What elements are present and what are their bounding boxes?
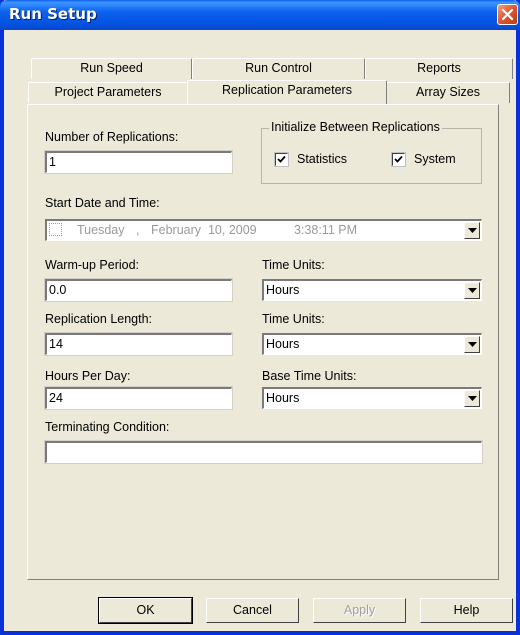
date-separator: , — [136, 223, 140, 237]
terminating-condition-label: Terminating Condition: — [45, 420, 170, 434]
chevron-down-icon — [468, 396, 477, 401]
statistics-label: Statistics — [297, 152, 348, 166]
help-button[interactable]: Help — [420, 598, 513, 623]
date-dropdown-button[interactable] — [464, 222, 480, 239]
tab-run-speed[interactable]: Run Speed — [31, 58, 192, 79]
hours-per-day-input[interactable]: 24 — [44, 386, 233, 410]
rep-length-label: Replication Length: — [45, 312, 153, 326]
window-title: Run Setup — [9, 5, 97, 23]
rep-length-input[interactable]: 14 — [44, 332, 233, 356]
warmup-units-label: Time Units: — [262, 258, 325, 272]
terminating-condition-input[interactable] — [44, 440, 483, 464]
select-value: Hours — [266, 283, 300, 297]
checkmark-icon — [394, 155, 403, 163]
close-icon — [501, 8, 514, 21]
tab-replication-parameters[interactable]: Replication Parameters — [187, 80, 387, 104]
num-replications-label: Number of Replications: — [45, 130, 179, 144]
select-value: Hours — [266, 391, 300, 405]
dropdown-button[interactable] — [464, 336, 480, 353]
tab-label: Replication Parameters — [222, 83, 352, 97]
tab-reports[interactable]: Reports — [365, 58, 513, 79]
close-button[interactable] — [497, 4, 518, 25]
chevron-down-icon — [468, 342, 477, 347]
date-value: February 10, 2009 — [151, 223, 257, 237]
warmup-units-select[interactable]: Hours — [262, 279, 482, 301]
num-replications-input[interactable]: 1 — [44, 150, 233, 174]
dropdown-button[interactable] — [464, 390, 480, 407]
rep-length-units-select[interactable]: Hours — [262, 333, 482, 355]
chevron-down-icon — [468, 228, 477, 233]
statistics-checkbox[interactable] — [274, 152, 289, 167]
system-label: System — [414, 152, 456, 166]
tab-array-sizes[interactable]: Array Sizes — [386, 82, 510, 103]
select-value: Hours — [266, 337, 300, 351]
cancel-button[interactable]: Cancel — [206, 598, 299, 623]
apply-button[interactable]: Apply — [313, 598, 406, 623]
initialize-group-title: Initialize Between Replications — [269, 120, 442, 134]
base-units-label: Base Time Units: — [262, 369, 357, 383]
system-checkbox[interactable] — [391, 152, 406, 167]
hours-per-day-label: Hours Per Day: — [45, 369, 131, 383]
time-value: 3:38:11 PM — [294, 223, 358, 237]
tab-run-control[interactable]: Run Control — [192, 58, 365, 79]
tab-label: Reports — [417, 61, 461, 75]
tab-label: Array Sizes — [416, 85, 480, 99]
title-bar[interactable]: Run Setup — [0, 0, 520, 30]
date-day: Tuesday — [77, 223, 125, 237]
tab-label: Run Control — [245, 61, 312, 75]
date-checkbox-icon — [49, 223, 62, 236]
tab-project-parameters[interactable]: Project Parameters — [28, 82, 188, 103]
ok-button[interactable]: OK — [98, 597, 193, 624]
start-date-picker[interactable]: Tuesday , February 10, 2009 3:38:11 PM — [45, 219, 482, 241]
dropdown-button[interactable] — [464, 282, 480, 299]
tab-label: Run Speed — [80, 61, 143, 75]
warmup-label: Warm-up Period: — [45, 258, 140, 272]
start-date-label: Start Date and Time: — [45, 196, 160, 210]
chevron-down-icon — [468, 288, 477, 293]
tab-label: Project Parameters — [54, 85, 162, 99]
base-units-select[interactable]: Hours — [262, 387, 482, 409]
checkmark-icon — [277, 155, 286, 163]
rep-length-units-label: Time Units: — [262, 312, 325, 326]
warmup-input[interactable]: 0.0 — [44, 278, 233, 302]
